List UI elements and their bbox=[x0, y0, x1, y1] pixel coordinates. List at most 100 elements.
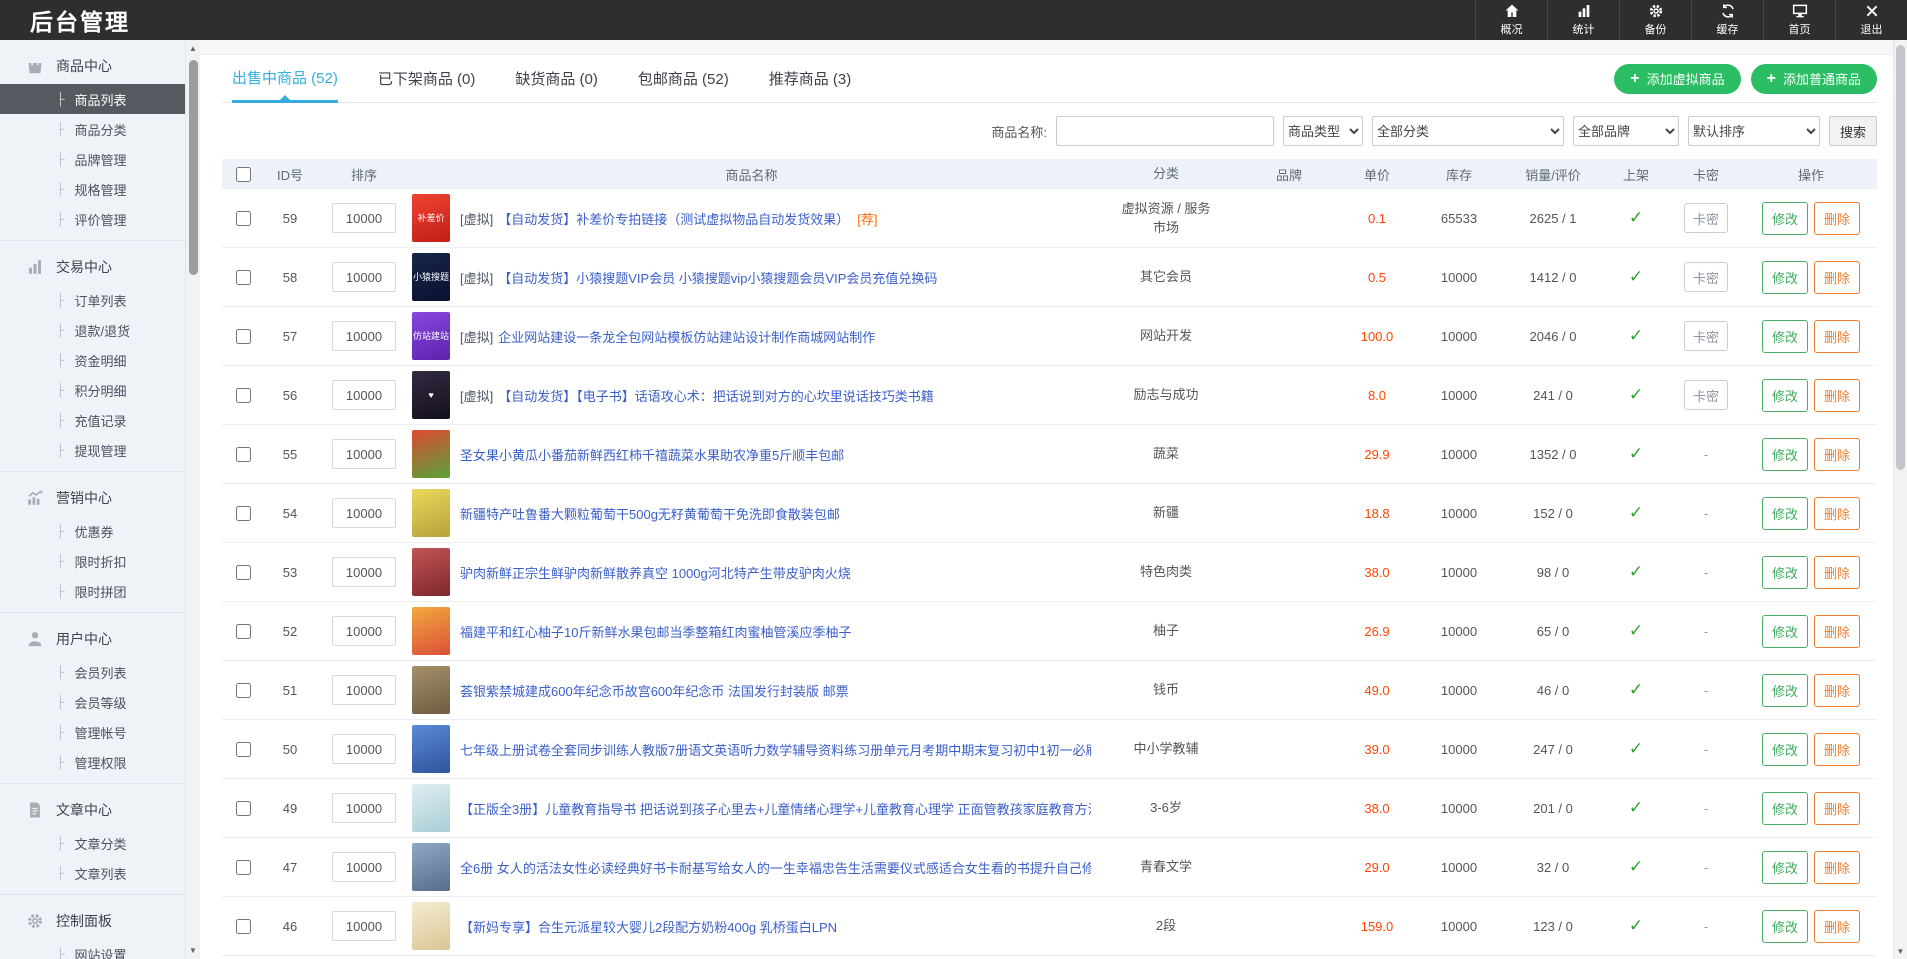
sidebar-item-管理帐号[interactable]: ├管理帐号 bbox=[0, 717, 185, 747]
delete-button[interactable]: 删除 bbox=[1814, 615, 1860, 648]
delete-button[interactable]: 删除 bbox=[1814, 261, 1860, 294]
product-name-input[interactable] bbox=[1056, 116, 1274, 146]
row-checkbox[interactable] bbox=[236, 624, 251, 639]
sidebar-section-title[interactable]: 文章中心 bbox=[0, 794, 185, 828]
scroll-up-icon[interactable]: ▲ bbox=[186, 44, 200, 53]
scroll-down-icon[interactable]: ▼ bbox=[186, 946, 200, 955]
row-checkbox[interactable] bbox=[236, 211, 251, 226]
product-name-link[interactable]: 福建平和红心柚子10斤新鲜水果包邮当季整箱红肉蜜柚管溪应季柚子 bbox=[460, 622, 851, 641]
product-name-link[interactable]: 【自动发货】【电子书】话语攻心术：把话说到对方的心坎里说话技巧类书籍 bbox=[498, 386, 934, 405]
sort-input[interactable] bbox=[332, 734, 396, 764]
topnav-item-备份[interactable]: 备份 bbox=[1619, 0, 1691, 40]
sidebar-item-评价管理[interactable]: ├评价管理 bbox=[0, 204, 185, 234]
sidebar-item-品牌管理[interactable]: ├品牌管理 bbox=[0, 144, 185, 174]
delete-button[interactable]: 删除 bbox=[1814, 733, 1860, 766]
edit-button[interactable]: 修改 bbox=[1762, 379, 1808, 412]
sidebar-item-优惠券[interactable]: ├优惠券 bbox=[0, 516, 185, 546]
tab-出售中商品 (52)[interactable]: 出售中商品 (52) bbox=[232, 55, 338, 103]
delete-button[interactable]: 删除 bbox=[1814, 379, 1860, 412]
sidebar-item-订单列表[interactable]: ├订单列表 bbox=[0, 285, 185, 315]
sort-input[interactable] bbox=[332, 380, 396, 410]
select-all-checkbox[interactable] bbox=[236, 167, 251, 182]
sort-input[interactable] bbox=[332, 439, 396, 469]
topnav-item-概况[interactable]: 概况 bbox=[1475, 0, 1547, 40]
row-checkbox[interactable] bbox=[236, 742, 251, 757]
topnav-item-退出[interactable]: 退出 bbox=[1835, 0, 1907, 40]
edit-button[interactable]: 修改 bbox=[1762, 615, 1808, 648]
sidebar-section-title[interactable]: 商品中心 bbox=[0, 50, 185, 84]
sort-input[interactable] bbox=[332, 675, 396, 705]
sidebar-section-title[interactable]: 交易中心 bbox=[0, 251, 185, 285]
product-name-link[interactable]: 【自动发货】小猿搜题VIP会员 小猿搜题vip小猿搜题会员VIP会员充值兑换码 bbox=[498, 268, 937, 287]
row-checkbox[interactable] bbox=[236, 329, 251, 344]
edit-button[interactable]: 修改 bbox=[1762, 497, 1808, 530]
row-checkbox[interactable] bbox=[236, 388, 251, 403]
topnav-item-首页[interactable]: 首页 bbox=[1763, 0, 1835, 40]
row-checkbox[interactable] bbox=[236, 270, 251, 285]
row-checkbox[interactable] bbox=[236, 565, 251, 580]
edit-button[interactable]: 修改 bbox=[1762, 556, 1808, 589]
sidebar-item-会员列表[interactable]: ├会员列表 bbox=[0, 657, 185, 687]
sidebar-item-管理权限[interactable]: ├管理权限 bbox=[0, 747, 185, 777]
delete-button[interactable]: 删除 bbox=[1814, 202, 1860, 235]
product-name-link[interactable]: 【正版全3册】儿童教育指导书 把话说到孩子心里去+儿童情绪心理学+儿童教育心理学… bbox=[460, 799, 1091, 818]
delete-button[interactable]: 删除 bbox=[1814, 910, 1860, 943]
product-type-select[interactable]: 商品类型 bbox=[1283, 116, 1363, 146]
sidebar-item-商品分类[interactable]: ├商品分类 bbox=[0, 114, 185, 144]
sidebar-section-title[interactable]: 营销中心 bbox=[0, 482, 185, 516]
edit-button[interactable]: 修改 bbox=[1762, 320, 1808, 353]
sidebar-item-网站设置[interactable]: ├网站设置 bbox=[0, 939, 185, 959]
sort-input[interactable] bbox=[332, 616, 396, 646]
sort-order-select[interactable]: 默认排序 bbox=[1688, 116, 1820, 146]
sidebar-item-充值记录[interactable]: ├充值记录 bbox=[0, 405, 185, 435]
sort-input[interactable] bbox=[332, 911, 396, 941]
edit-button[interactable]: 修改 bbox=[1762, 910, 1808, 943]
brand-select[interactable]: 全部品牌 bbox=[1573, 116, 1679, 146]
product-name-link[interactable]: 【自动发货】补差价专拍链接（测试虚拟物品自动发货效果） bbox=[498, 209, 849, 228]
product-name-link[interactable]: 七年级上册试卷全套同步训练人教版7册语文英语听力数学辅导资料练习册单元月考期中期… bbox=[460, 740, 1091, 759]
tab-缺货商品 (0)[interactable]: 缺货商品 (0) bbox=[515, 55, 598, 103]
row-checkbox[interactable] bbox=[236, 506, 251, 521]
sidebar-item-规格管理[interactable]: ├规格管理 bbox=[0, 174, 185, 204]
product-name-link[interactable]: 【新妈专享】合生元派星较大婴儿2段配方奶粉400g 乳桥蛋白LPN bbox=[460, 917, 837, 936]
tab-包邮商品 (52)[interactable]: 包邮商品 (52) bbox=[638, 55, 729, 103]
delete-button[interactable]: 删除 bbox=[1814, 851, 1860, 884]
row-checkbox[interactable] bbox=[236, 919, 251, 934]
sidebar-item-商品列表[interactable]: ├商品列表 bbox=[0, 84, 185, 114]
topnav-item-缓存[interactable]: 缓存 bbox=[1691, 0, 1763, 40]
edit-button[interactable]: 修改 bbox=[1762, 674, 1808, 707]
sidebar-item-积分明细[interactable]: ├积分明细 bbox=[0, 375, 185, 405]
delete-button[interactable]: 删除 bbox=[1814, 674, 1860, 707]
sidebar-item-文章列表[interactable]: ├文章列表 bbox=[0, 858, 185, 888]
sidebar-item-文章分类[interactable]: ├文章分类 bbox=[0, 828, 185, 858]
search-button[interactable]: 搜索 bbox=[1829, 116, 1877, 146]
product-name-link[interactable]: 驴肉新鲜正宗生鲜驴肉新鲜散养真空 1000g河北特产生带皮驴肉火烧 bbox=[460, 563, 851, 582]
delete-button[interactable]: 删除 bbox=[1814, 497, 1860, 530]
delete-button[interactable]: 删除 bbox=[1814, 320, 1860, 353]
add-product-button-添加普通商品[interactable]: +添加普通商品 bbox=[1751, 64, 1877, 94]
sidebar-item-会员等级[interactable]: ├会员等级 bbox=[0, 687, 185, 717]
sort-input[interactable] bbox=[332, 262, 396, 292]
sidebar-item-限时折扣[interactable]: ├限时折扣 bbox=[0, 546, 185, 576]
sidebar-section-title[interactable]: 用户中心 bbox=[0, 623, 185, 657]
product-name-link[interactable]: 新疆特产吐鲁番大颗粒葡萄干500g无籽黄葡萄干免洗即食散装包邮 bbox=[460, 504, 840, 523]
delete-button[interactable]: 删除 bbox=[1814, 438, 1860, 471]
edit-button[interactable]: 修改 bbox=[1762, 261, 1808, 294]
product-name-link[interactable]: 圣女果小黄瓜小番茄新鲜西红柿千禧蔬菜水果助农净重5斤顺丰包邮 bbox=[460, 445, 844, 464]
sort-input[interactable] bbox=[332, 852, 396, 882]
edit-button[interactable]: 修改 bbox=[1762, 438, 1808, 471]
edit-button[interactable]: 修改 bbox=[1762, 851, 1808, 884]
main-scroll-thumb[interactable] bbox=[1896, 45, 1905, 470]
edit-button[interactable]: 修改 bbox=[1762, 792, 1808, 825]
sidebar-item-退款/退货[interactable]: ├退款/退货 bbox=[0, 315, 185, 345]
row-checkbox[interactable] bbox=[236, 860, 251, 875]
sort-input[interactable] bbox=[332, 321, 396, 351]
sidebar-item-资金明细[interactable]: ├资金明细 bbox=[0, 345, 185, 375]
delete-button[interactable]: 删除 bbox=[1814, 556, 1860, 589]
kami-button[interactable]: 卡密 bbox=[1684, 262, 1728, 292]
sort-input[interactable] bbox=[332, 498, 396, 528]
sidebar-item-提现管理[interactable]: ├提现管理 bbox=[0, 435, 185, 465]
sort-input[interactable] bbox=[332, 557, 396, 587]
sidebar-item-限时拼团[interactable]: ├限时拼团 bbox=[0, 576, 185, 606]
product-name-link[interactable]: 全6册 女人的活法女性必读经典好书卡耐基写给女人的一生幸福忠告生活需要仪式感适合… bbox=[460, 858, 1091, 877]
